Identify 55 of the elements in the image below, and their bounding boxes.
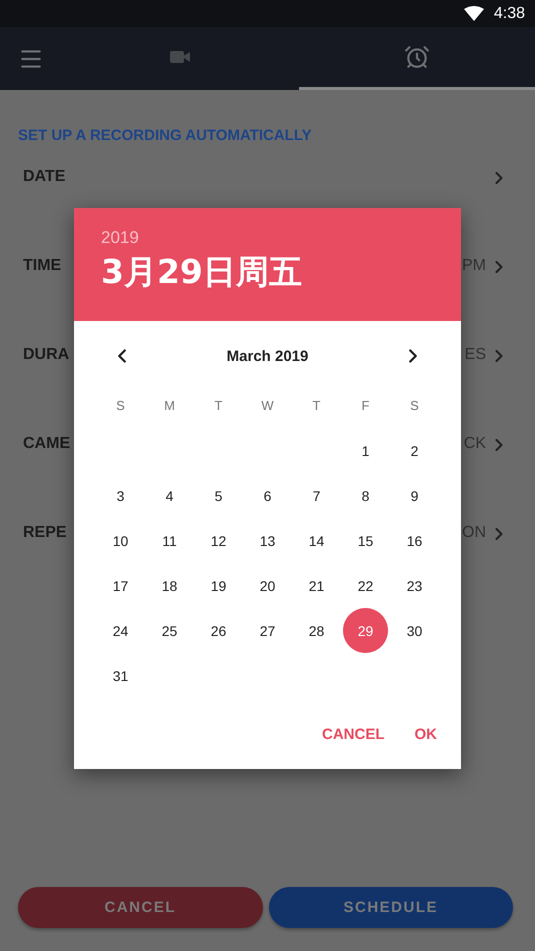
day[interactable]: 24 bbox=[98, 608, 143, 653]
day[interactable]: 23 bbox=[392, 563, 437, 608]
day[interactable]: 2 bbox=[392, 428, 437, 473]
day[interactable]: 13 bbox=[245, 518, 290, 563]
weekday-label: W bbox=[261, 398, 274, 413]
day[interactable]: 15 bbox=[343, 518, 388, 563]
row-value: ES bbox=[464, 346, 486, 364]
day[interactable]: 14 bbox=[294, 518, 339, 563]
day[interactable]: 26 bbox=[196, 608, 241, 653]
row-label: DATE bbox=[23, 168, 66, 186]
weekday-label: M bbox=[164, 398, 175, 413]
row-value: PM bbox=[462, 257, 486, 275]
status-time: 4:38 bbox=[494, 4, 525, 22]
day[interactable]: 21 bbox=[294, 563, 339, 608]
day[interactable]: 31 bbox=[98, 653, 143, 698]
row-label: DURA bbox=[23, 346, 70, 364]
weekday-label: S bbox=[410, 398, 419, 413]
day[interactable]: 5 bbox=[196, 473, 241, 518]
weekday-label: S bbox=[116, 398, 125, 413]
day[interactable]: 4 bbox=[147, 473, 192, 518]
row-value: ON bbox=[462, 524, 486, 542]
day[interactable]: 25 bbox=[147, 608, 192, 653]
weekday-label: T bbox=[312, 398, 320, 413]
day[interactable]: 8 bbox=[343, 473, 388, 518]
day[interactable]: 3 bbox=[98, 473, 143, 518]
dialog-cancel-button[interactable]: CANCEL bbox=[310, 722, 396, 747]
row-value: CK bbox=[464, 435, 486, 453]
section-heading: SET UP A RECORDING AUTOMATICALLY bbox=[18, 127, 313, 144]
alarm-clock-icon bbox=[404, 44, 430, 70]
weekday-label: T bbox=[214, 398, 222, 413]
row-label: CAME bbox=[23, 435, 70, 453]
day[interactable]: 18 bbox=[147, 563, 192, 608]
day[interactable]: 17 bbox=[98, 563, 143, 608]
selected-date: 3月29日周五 bbox=[101, 251, 303, 293]
ok-button[interactable]: OK bbox=[402, 722, 449, 747]
wifi-icon bbox=[464, 6, 484, 21]
row-label: REPE bbox=[23, 524, 67, 542]
day[interactable]: 9 bbox=[392, 473, 437, 518]
row-label: TIME bbox=[23, 257, 62, 275]
day[interactable]: 1 bbox=[343, 428, 388, 473]
day[interactable]: 22 bbox=[343, 563, 388, 608]
day[interactable]: 7 bbox=[294, 473, 339, 518]
day[interactable]: 6 bbox=[245, 473, 290, 518]
month-title: March 2019 bbox=[226, 348, 308, 364]
day[interactable]: 29 bbox=[343, 608, 388, 653]
day[interactable]: 27 bbox=[245, 608, 290, 653]
day[interactable]: 28 bbox=[294, 608, 339, 653]
weekday-label: F bbox=[362, 398, 370, 413]
day[interactable]: 30 bbox=[392, 608, 437, 653]
day[interactable]: 16 bbox=[392, 518, 437, 563]
day[interactable]: 11 bbox=[147, 518, 192, 563]
day[interactable]: 20 bbox=[245, 563, 290, 608]
day[interactable]: 10 bbox=[98, 518, 143, 563]
day[interactable]: 12 bbox=[196, 518, 241, 563]
day[interactable]: 19 bbox=[196, 563, 241, 608]
